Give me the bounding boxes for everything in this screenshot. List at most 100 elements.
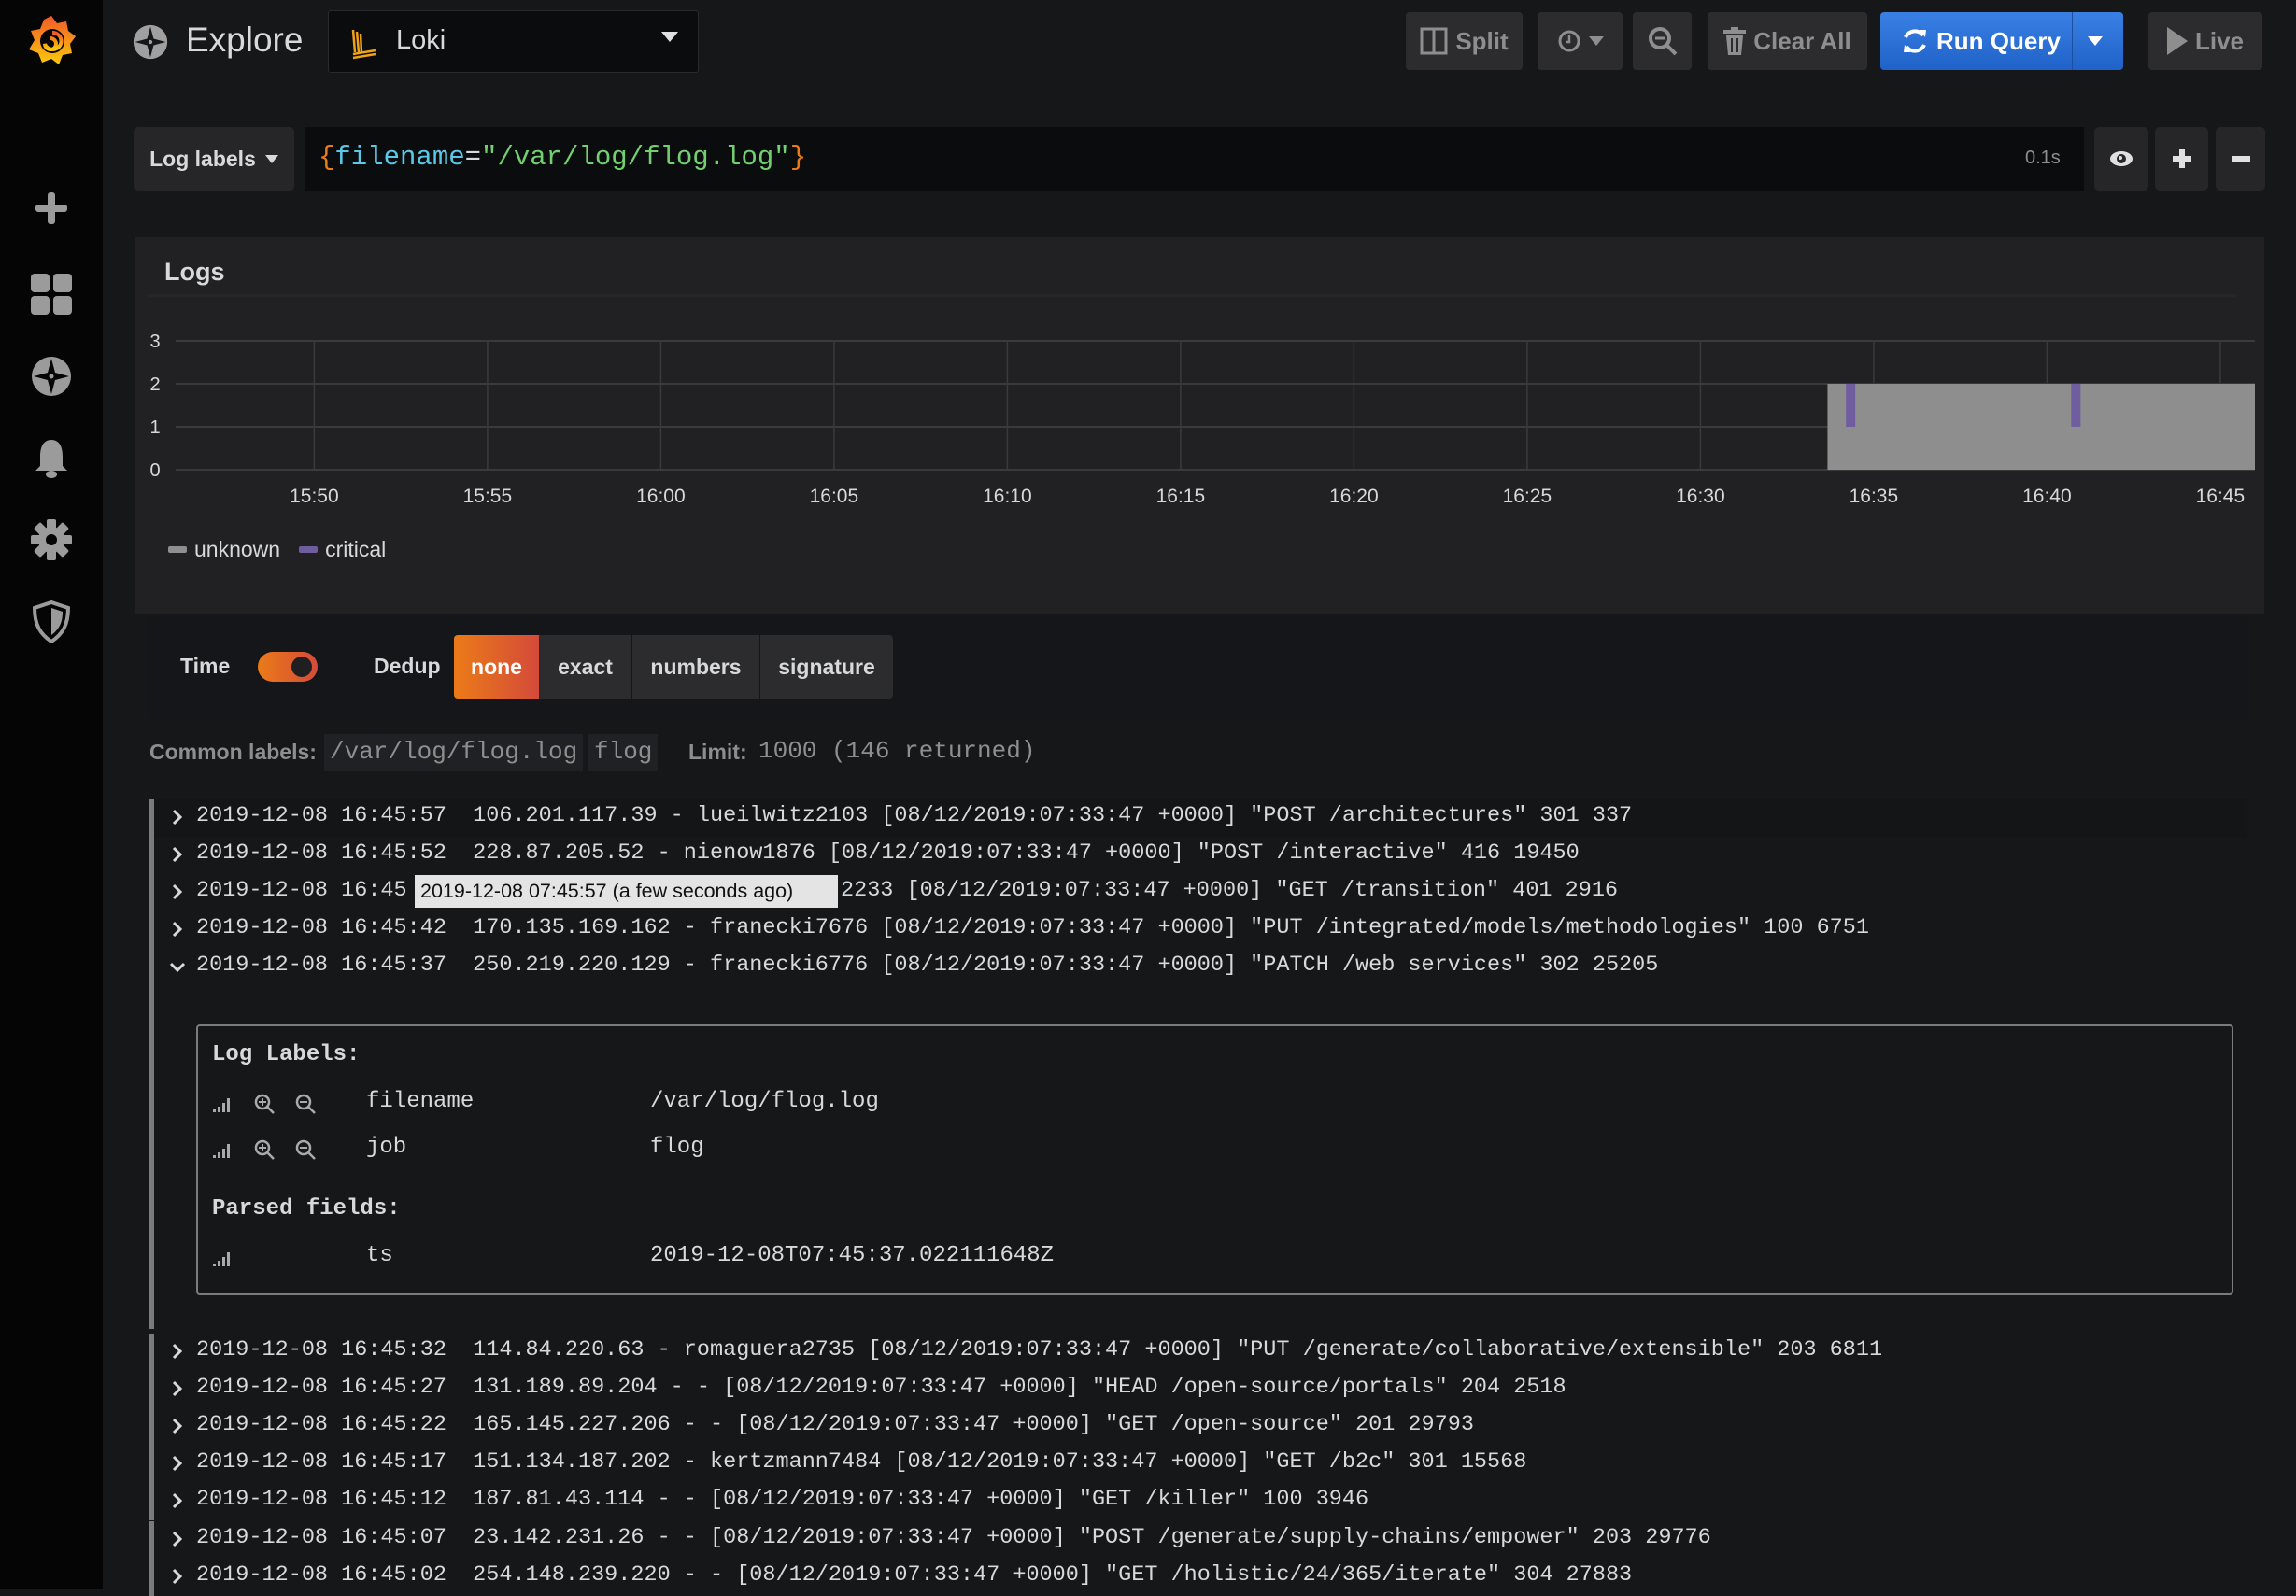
detail-value: /var/log/flog.log xyxy=(650,1089,879,1114)
chevron-right-icon[interactable] xyxy=(166,880,189,906)
dashboards-grid-icon[interactable] xyxy=(25,268,78,320)
dedup-exact-button[interactable]: exact xyxy=(539,635,631,699)
x-tick-label: 16:40 xyxy=(2022,486,2072,507)
x-tick-label: 16:45 xyxy=(2196,486,2246,507)
grafana-logo-icon[interactable] xyxy=(25,15,78,67)
expanded-row-indicator xyxy=(149,952,154,1329)
chevron-right-icon[interactable] xyxy=(166,1489,189,1515)
log-line: 2019-12-08 16:45:12 187.81.43.114 - - [0… xyxy=(196,1487,1369,1513)
stats-icon[interactable] xyxy=(212,1140,234,1159)
bar-unknown xyxy=(1827,384,2255,470)
parsed-fields-title: Parsed fields: xyxy=(212,1196,401,1222)
log-line-rest: 2233 [08/12/2019:07:33:47 +0000] "GET /t… xyxy=(841,878,1619,904)
x-tick-label: 16:10 xyxy=(983,486,1032,507)
add-query-button[interactable] xyxy=(2155,127,2208,191)
log-row[interactable]: 2019-12-08 16:45:07 23.142.231.26 - - [0… xyxy=(149,1520,2247,1559)
legend-item-critical[interactable]: critical xyxy=(325,537,386,562)
live-button[interactable]: Live xyxy=(2148,12,2262,70)
x-tick-label: 16:15 xyxy=(1156,486,1206,507)
explore-compass-icon[interactable] xyxy=(25,350,78,403)
legend-item-unknown[interactable]: unknown xyxy=(194,537,280,562)
clear-all-button[interactable]: Clear All xyxy=(1708,12,1867,70)
filter-out-value-zoom-out-icon[interactable] xyxy=(294,1093,317,1115)
legend-swatch-critical xyxy=(299,546,319,553)
refresh-icon xyxy=(1904,29,1926,53)
log-row[interactable]: 2019-12-08 16:45:52 228.87.205.52 - nien… xyxy=(149,837,2247,875)
log-row[interactable]: 2019-12-08 16:45:22 165.145.227.206 - - … xyxy=(149,1408,2247,1447)
x-tick-label: 16:35 xyxy=(1850,486,1899,507)
dedup-signature-button[interactable]: signature xyxy=(760,635,893,699)
run-query-options-chevron-icon[interactable] xyxy=(2088,36,2103,46)
log-row[interactable]: 2019-12-08 16:45:27 131.189.89.204 - - [… xyxy=(149,1371,2247,1409)
filter-for-value-zoom-in-icon[interactable] xyxy=(253,1093,276,1115)
log-line: 2019-12-08 16:45:32 114.84.220.63 - roma… xyxy=(196,1337,1883,1363)
minus-icon xyxy=(2231,156,2250,162)
datasource-picker[interactable]: Loki xyxy=(328,10,699,73)
dedup-label: Dedup xyxy=(374,654,441,678)
chevron-right-icon[interactable] xyxy=(166,1377,189,1403)
remove-query-button[interactable] xyxy=(2216,127,2265,191)
log-details-box xyxy=(196,1024,2233,1295)
play-icon xyxy=(2166,27,2188,55)
zoom-out-button[interactable] xyxy=(1633,12,1692,70)
chevron-right-icon[interactable] xyxy=(166,842,189,869)
log-row[interactable]: 2019-12-08 16:45:32 114.84.220.63 - roma… xyxy=(149,1334,2247,1371)
split-button[interactable]: Split xyxy=(1406,12,1523,70)
log-line: 2019-12-08 16:45:07 23.142.231.26 - - [0… xyxy=(196,1524,1711,1550)
log-row[interactable]: 2019-12-08 16:45:02 254.148.239.220 - - … xyxy=(149,1558,2247,1596)
log-labels-button[interactable]: Log labels xyxy=(134,127,294,191)
query-input[interactable]: {filename="/var/log/flog.log"} xyxy=(305,127,2084,191)
divider xyxy=(2072,12,2073,70)
y-tick-label: 0 xyxy=(149,460,160,481)
time-toggle-label: Time xyxy=(180,654,231,678)
time-toggle[interactable] xyxy=(258,652,318,682)
filter-out-value-zoom-out-icon[interactable] xyxy=(294,1138,317,1161)
log-row[interactable]: 2019-12-08 16:45:42 170.135.169.162 - fr… xyxy=(149,911,2247,950)
server-admin-shield-icon[interactable] xyxy=(25,596,78,648)
log-line: 2019-12-08 16:45:52 228.87.205.52 - nien… xyxy=(196,840,1580,867)
log-level-indicator xyxy=(149,1483,154,1521)
create-plus-icon[interactable] xyxy=(25,182,78,234)
chevron-right-icon[interactable] xyxy=(166,917,189,943)
stats-icon[interactable] xyxy=(212,1095,234,1113)
page-title: Explore xyxy=(186,21,304,59)
log-line: 2019-12-08 16:45:02 254.148.239.220 - - … xyxy=(196,1561,1633,1588)
chevron-right-icon[interactable] xyxy=(166,1564,189,1590)
chevron-right-icon[interactable] xyxy=(166,1451,189,1477)
log-level-indicator xyxy=(149,799,154,837)
alerting-bell-icon[interactable] xyxy=(25,432,78,485)
filter-for-value-zoom-in-icon[interactable] xyxy=(253,1138,276,1161)
x-tick-label: 15:55 xyxy=(463,486,513,507)
run-query-button[interactable]: Run Query xyxy=(1880,12,2123,70)
log-row[interactable]: 2019-12-08 16:45:12 187.81.43.114 - - [0… xyxy=(149,1483,2247,1521)
log-line: 2019-12-08 16:45 xyxy=(196,878,407,904)
x-tick-label: 16:00 xyxy=(636,486,686,507)
dedup-numbers-button[interactable]: numbers xyxy=(632,635,759,699)
stats-icon[interactable] xyxy=(212,1249,234,1267)
chevron-right-icon[interactable] xyxy=(166,805,189,831)
loki-logo-icon xyxy=(351,29,376,60)
chevron-down-icon[interactable] xyxy=(166,954,189,981)
chevron-right-icon[interactable] xyxy=(166,1339,189,1365)
query-operator: = xyxy=(464,142,482,173)
x-tick-label: 16:30 xyxy=(1676,486,1725,507)
log-row[interactable]: 2019-12-08 16:45:57 106.201.117.39 - lue… xyxy=(149,799,2247,837)
x-tick-label: 15:50 xyxy=(290,486,339,507)
toggle-query-visibility-button[interactable] xyxy=(2094,127,2148,191)
query-label-key: filename xyxy=(334,142,465,173)
configuration-gear-icon[interactable] xyxy=(25,514,78,566)
log-row[interactable]: 2019-12-08 16:45:37 250.219.220.129 - fr… xyxy=(149,949,2247,987)
chevron-right-icon[interactable] xyxy=(166,1527,189,1553)
dedup-none-button[interactable]: none xyxy=(454,635,539,699)
legend: unknown critical xyxy=(168,537,386,562)
legend-swatch-unknown xyxy=(168,546,187,553)
chevron-right-icon[interactable] xyxy=(166,1414,189,1440)
log-line: 2019-12-08 16:45:37 250.219.220.129 - fr… xyxy=(196,953,1659,979)
x-tick-label: 16:05 xyxy=(810,486,859,507)
log-level-indicator xyxy=(149,1371,154,1409)
log-line: 2019-12-08 16:45:22 165.145.227.206 - - … xyxy=(196,1412,1474,1438)
time-picker-button[interactable] xyxy=(1538,12,1623,70)
log-row[interactable]: 2019-12-08 16:45:17 151.134.187.202 - ke… xyxy=(149,1446,2247,1484)
log-level-indicator xyxy=(149,1408,154,1447)
log-labels-title: Log Labels: xyxy=(212,1042,361,1067)
